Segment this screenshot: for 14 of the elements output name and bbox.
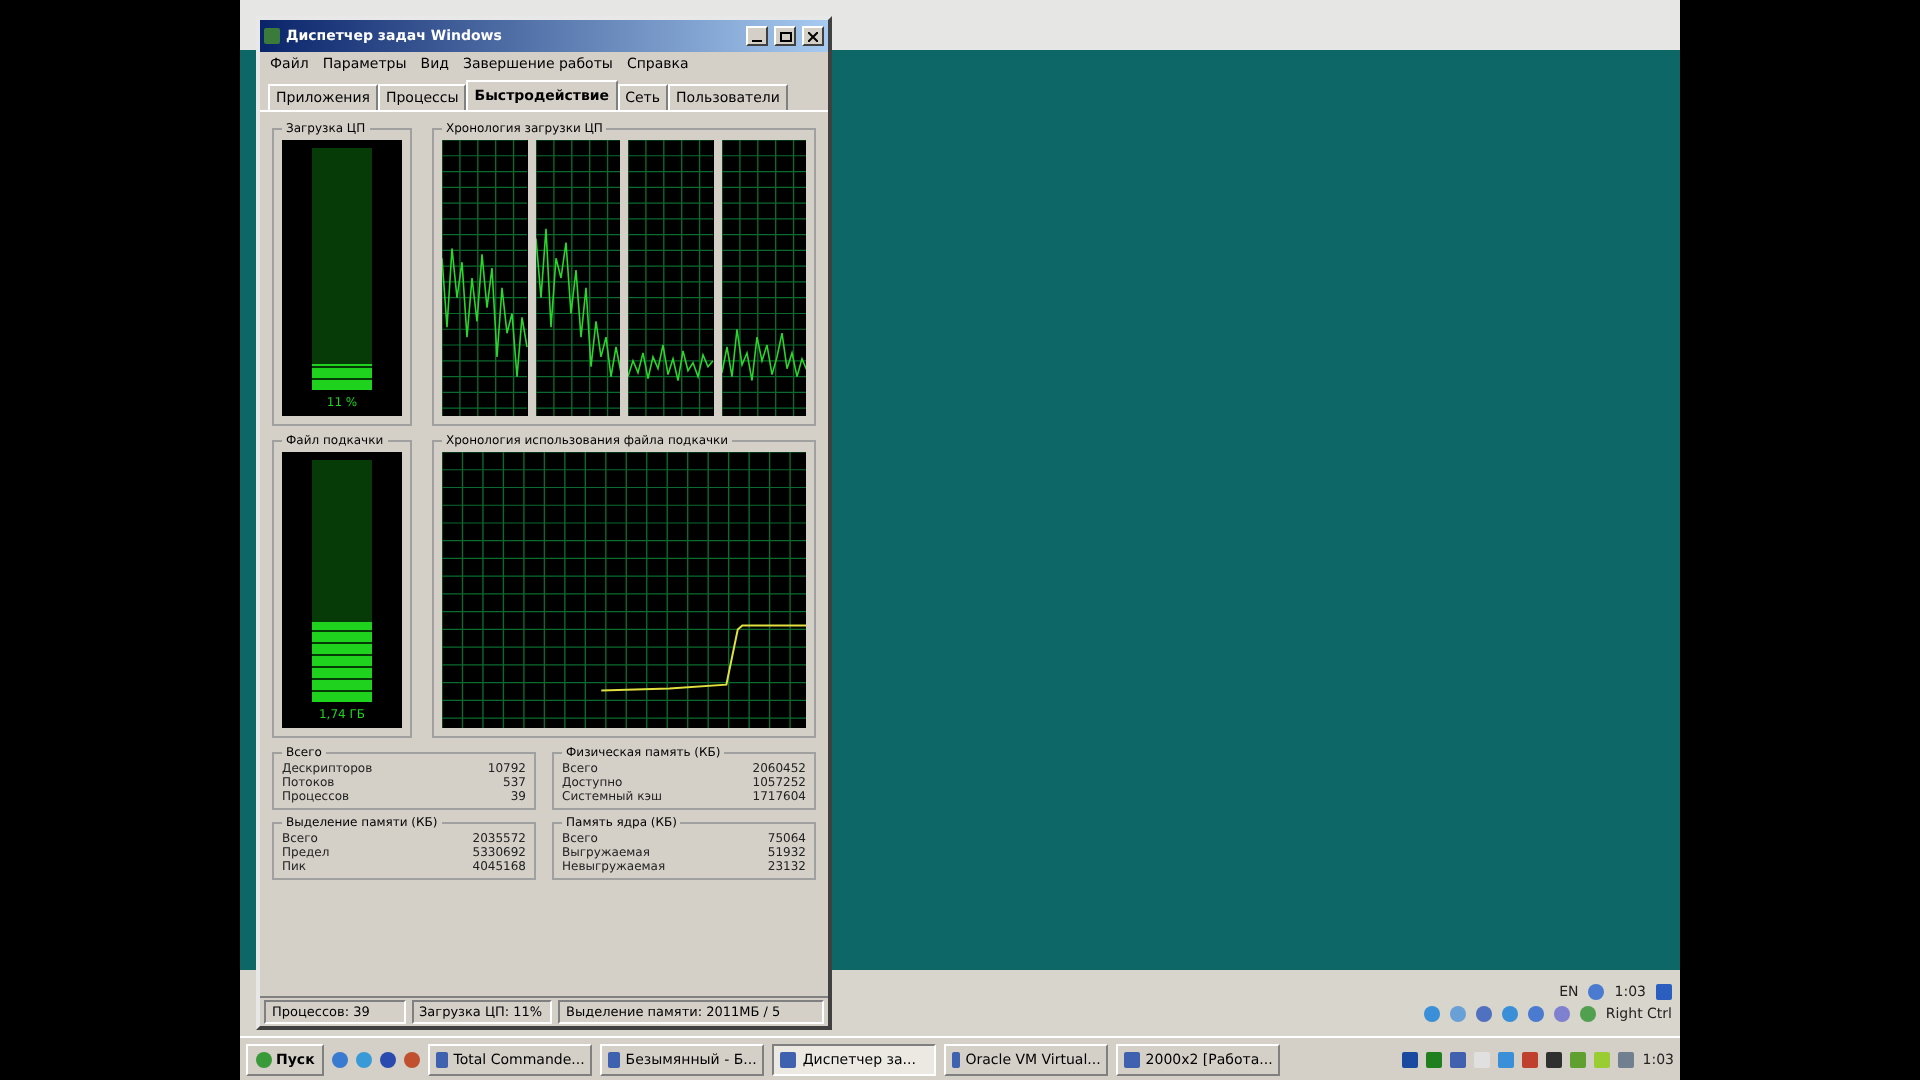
maximize-button[interactable] xyxy=(774,26,796,46)
cpu-load-line xyxy=(721,328,806,382)
app-icon xyxy=(264,28,280,44)
app-icon xyxy=(436,1051,448,1067)
app-icon xyxy=(780,1051,797,1067)
close-button[interactable] xyxy=(802,26,824,46)
maximize-icon xyxy=(779,31,791,41)
cpu-load-line xyxy=(628,344,713,382)
app-icon xyxy=(1124,1051,1140,1067)
minimize-button[interactable] xyxy=(746,26,768,46)
app-icon xyxy=(608,1051,620,1067)
close-icon xyxy=(808,31,818,41)
cpu-load-line xyxy=(442,247,527,378)
app-icon xyxy=(952,1051,960,1067)
